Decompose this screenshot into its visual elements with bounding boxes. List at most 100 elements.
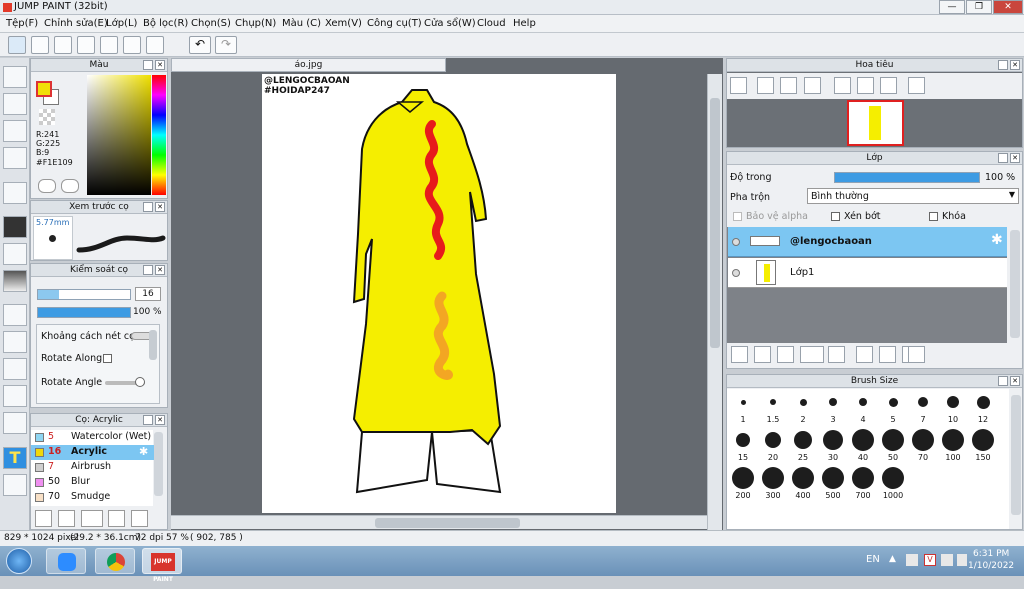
menu-window[interactable]: Cửa sổ(W) — [424, 18, 476, 29]
hand-tool-icon[interactable] — [3, 474, 27, 496]
panel-float-icon[interactable] — [998, 376, 1008, 386]
jump-paint-app-icon[interactable]: JUMP PAINT — [142, 548, 182, 583]
brush-size-option[interactable]: 25 — [789, 429, 817, 465]
menu-tools[interactable]: Công cụ(T) — [367, 18, 422, 29]
brush-size-option[interactable]: 40 — [849, 429, 877, 465]
panel-float-icon[interactable] — [143, 415, 153, 425]
bucket-tool-icon[interactable] — [3, 243, 27, 265]
brush-size-option[interactable]: 12 — [969, 391, 997, 427]
menu-select[interactable]: Chọn(S) — [191, 18, 231, 29]
undo-icon[interactable]: ↶ — [189, 36, 211, 54]
grid-icon[interactable] — [146, 36, 164, 54]
brush-size-option[interactable]: 5 — [879, 391, 907, 427]
duplicate-layer-icon[interactable] — [879, 346, 896, 363]
brush-tool-icon[interactable] — [3, 66, 27, 88]
new-brush-icon[interactable] — [58, 510, 75, 527]
magic-wand-tool-icon[interactable] — [3, 358, 27, 380]
gear-icon[interactable]: ✱ — [991, 232, 1003, 248]
brush-size-option[interactable]: 500 — [819, 467, 847, 503]
brush-menu-icon[interactable] — [81, 510, 103, 527]
brush-item-acrylic[interactable]: 16 Acrylic ✱ — [31, 445, 159, 460]
merge-layer-icon[interactable] — [856, 346, 873, 363]
comment-icon[interactable] — [54, 36, 72, 54]
gear-icon[interactable]: ✱ — [139, 445, 148, 459]
panel-close-icon[interactable]: ✕ — [155, 415, 165, 425]
copy-layer-icon[interactable] — [777, 346, 794, 363]
tray-arrow-icon[interactable]: ▲ — [889, 554, 896, 564]
select-rect-tool-icon[interactable] — [3, 304, 27, 326]
panel-float-icon[interactable] — [998, 153, 1008, 163]
brush-item-airbrush[interactable]: 7 Airbrush — [31, 460, 159, 475]
brush-size-option[interactable]: 400 — [789, 467, 817, 503]
chrome-app-icon[interactable] — [95, 548, 135, 574]
board-icon[interactable] — [77, 36, 95, 54]
panel-close-icon[interactable]: ✕ — [155, 60, 165, 70]
panel-float-icon[interactable] — [143, 202, 153, 212]
fill-rect-tool-icon[interactable] — [3, 216, 27, 238]
brush-control-scrollbar[interactable] — [149, 330, 157, 360]
menu-layer[interactable]: Lớp(L) — [106, 18, 137, 29]
layer-opacity-slider[interactable] — [834, 172, 980, 183]
network-icon[interactable] — [941, 554, 953, 566]
lasso-tool-icon[interactable] — [3, 331, 27, 353]
delete-layer-icon[interactable] — [908, 346, 925, 363]
zoom-out-icon[interactable] — [804, 77, 821, 94]
brush-size-option[interactable]: 50 — [879, 429, 907, 465]
panel-float-icon[interactable] — [998, 60, 1008, 70]
brush-size-option[interactable]: 1000 — [879, 467, 907, 503]
brush-size-option[interactable]: 700 — [849, 467, 877, 503]
panel-close-icon[interactable]: ✕ — [155, 202, 165, 212]
text-tool-icon[interactable]: T — [3, 447, 27, 469]
vertical-scroll-thumb[interactable] — [710, 98, 720, 348]
menu-file[interactable]: Tệp(F) — [6, 18, 38, 29]
maximize-button[interactable]: ❐ — [966, 0, 992, 14]
document-tab[interactable]: áo.jpg — [171, 58, 446, 72]
cloud-sync-icon[interactable] — [8, 36, 26, 54]
language-indicator[interactable]: EN — [866, 554, 880, 565]
brush-size-input[interactable]: 16 — [135, 287, 161, 301]
panel-float-icon[interactable] — [143, 265, 153, 275]
line-tool-icon[interactable] — [3, 147, 27, 169]
drawing-canvas[interactable]: @LENGOCBAOAN #HOIDAP247 — [262, 74, 616, 513]
zoom-in-icon[interactable] — [757, 77, 774, 94]
panel-close-icon[interactable]: ✕ — [1010, 153, 1020, 163]
rotate-right-icon[interactable] — [880, 77, 897, 94]
layer-visibility-icon[interactable] — [732, 269, 740, 277]
brush-size-scrollbar[interactable] — [1011, 395, 1021, 515]
panel-close-icon[interactable]: ✕ — [1010, 60, 1020, 70]
foreground-color-swatch[interactable] — [36, 81, 52, 97]
clock-time[interactable]: 6:31 PM — [973, 549, 1009, 559]
tray-v-icon[interactable]: V — [924, 554, 936, 566]
new-layer-folder-icon[interactable] — [754, 346, 771, 363]
minimize-button[interactable]: — — [939, 0, 965, 14]
brush-list-scrollbar[interactable] — [154, 432, 163, 496]
rotate-along-checkbox[interactable] — [103, 354, 112, 363]
brush-size-option[interactable]: 300 — [759, 467, 787, 503]
blend-mode-select[interactable]: Bình thường ▼ — [807, 188, 1019, 204]
select-eraser-tool-icon[interactable] — [3, 412, 27, 434]
close-button[interactable]: ✕ — [993, 0, 1023, 14]
layer-list-scrollbar[interactable] — [1010, 230, 1020, 338]
brush-size-option[interactable]: 20 — [759, 429, 787, 465]
eyedropper-icon[interactable] — [38, 179, 56, 193]
select-pen-tool-icon[interactable] — [3, 385, 27, 407]
brush-size-option[interactable]: 2 — [789, 391, 817, 427]
brush-size-option[interactable]: 70 — [909, 429, 937, 465]
lock-view-icon[interactable] — [908, 77, 925, 94]
redo-icon[interactable]: ↷ — [215, 36, 237, 54]
palette-icon[interactable] — [61, 179, 79, 193]
brush-size-option[interactable]: 100 — [939, 429, 967, 465]
menu-view[interactable]: Xem(V) — [325, 18, 362, 29]
panel-close-icon[interactable]: ✕ — [155, 265, 165, 275]
add-layer-menu-icon[interactable] — [800, 346, 824, 363]
fit-window-icon[interactable] — [780, 77, 797, 94]
menu-help[interactable]: Help — [513, 18, 536, 29]
clipping-checkbox[interactable]: Xén bớt — [831, 211, 881, 222]
brush-size-slider[interactable] — [37, 289, 131, 300]
share-icon[interactable] — [31, 36, 49, 54]
brush-opacity-slider[interactable] — [37, 307, 131, 318]
transparent-swatch[interactable] — [39, 109, 55, 125]
horizontal-scroll-thumb[interactable] — [375, 518, 520, 528]
panel-close-icon[interactable]: ✕ — [1010, 376, 1020, 386]
brush-size-option[interactable]: 10 — [939, 391, 967, 427]
